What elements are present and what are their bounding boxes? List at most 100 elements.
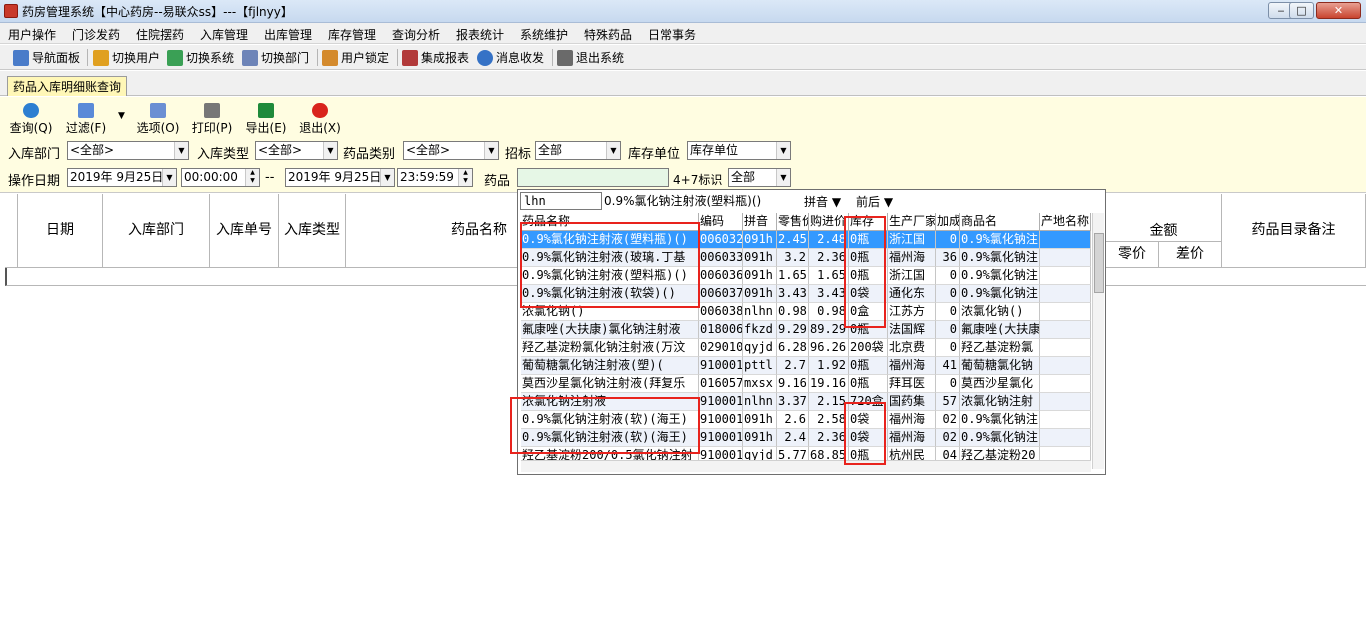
dept-select[interactable]: <全部> ▼	[67, 141, 189, 160]
picker-cell-pinyin: qyjd	[743, 339, 777, 357]
col-type[interactable]: 入库类型	[279, 194, 346, 268]
menu-system[interactable]: 系统维护	[520, 26, 568, 43]
close-button[interactable]: ✕	[1316, 2, 1361, 19]
drug-picker-dropdown: lhn 0.9%氯化钠注射液(塑料瓶)() 拼音 ▼ 前后 ▼ 药品名称 编码 …	[510, 189, 1106, 475]
picker-cell-cost-price: 89.29	[809, 321, 849, 339]
switch-dept-button[interactable]: 切换部门	[242, 49, 309, 67]
menu-user-ops[interactable]: 用户操作	[8, 26, 56, 43]
scroll-thumb[interactable]	[1094, 233, 1104, 293]
picker-cell-origin	[1040, 231, 1091, 249]
menu-stock-out[interactable]: 出库管理	[264, 26, 312, 43]
time-from-input[interactable]: 00:00:00 ▲ ▼	[181, 168, 260, 187]
bid-label: 招标	[505, 147, 532, 162]
bid-select[interactable]: 全部 ▼	[535, 141, 621, 160]
col-dept[interactable]: 入库部门	[103, 194, 210, 268]
flag-select[interactable]: 全部 ▼	[728, 168, 791, 187]
picker-cell-maker: 江苏方	[888, 303, 936, 321]
picker-cell-cost-price: 2.15	[809, 393, 849, 411]
time-to-input[interactable]: 23:59:59 ▲ ▼	[397, 168, 473, 187]
picker-cell-markup: 04	[936, 447, 960, 460]
date-from-picker[interactable]: 2019年 9月25日 ▼	[67, 168, 177, 187]
switch-system-button[interactable]: 切换系统	[167, 49, 234, 67]
chevron-down-icon: ▼	[831, 195, 842, 209]
unit-select[interactable]: 库存单位 ▼	[687, 141, 791, 160]
category-select[interactable]: <全部> ▼	[403, 141, 499, 160]
type-label: 入库类型	[197, 147, 250, 162]
picker-row[interactable]: 羟乙基淀粉氯化钠注射液(万汶 029010 qyjd 6.28 96.26 200袋 北京费…	[521, 339, 1091, 357]
date-separator: --	[265, 170, 275, 185]
picker-cell-retail-price: 3.2	[777, 249, 809, 267]
menu-outpatient[interactable]: 门诊发药	[72, 26, 120, 43]
picker-search-input[interactable]: lhn	[520, 192, 602, 210]
picker-cell-code: 016057	[699, 375, 743, 393]
col-amount[interactable]: 金额	[1106, 194, 1222, 242]
col-drug-name[interactable]: 药品名称	[346, 194, 518, 268]
toolbar-divider	[317, 49, 318, 66]
print-button[interactable]: 打印(P)	[187, 101, 237, 135]
filter-button[interactable]: 过滤(F)	[61, 101, 111, 135]
picker-cell-code: 006038	[699, 303, 743, 321]
picker-row[interactable]: 氟康唑(大扶康)氯化钠注射液 018006 fkzd 9.29 89.29 0瓶 法国辉 0 氟…	[521, 321, 1091, 339]
picker-row[interactable]: 葡萄糖氯化钠注射液(塑)(910001 pttl 2.7 1.92 0瓶 福州海 41 葡萄糖…	[521, 357, 1091, 375]
filter-dropdown-arrow-icon[interactable]: ▼	[118, 111, 125, 121]
picker-col-trade-name[interactable]: 商品名	[960, 213, 1040, 231]
options-button[interactable]: 选项(O)	[133, 101, 183, 135]
picker-col-origin[interactable]: 产地名称	[1040, 213, 1091, 231]
picker-row[interactable]: 莫西沙星氯化钠注射液(拜复乐 016057 mxsx 9.16 19.16 0瓶 拜耳医 0 莫…	[521, 375, 1091, 393]
export-button[interactable]: 导出(E)	[241, 101, 291, 135]
spinner-icon[interactable]: ▲ ▼	[458, 169, 472, 186]
picker-cell-drug-name: 氟康唑(大扶康)氯化钠注射液	[521, 321, 699, 339]
picker-cell-origin	[1040, 357, 1091, 375]
picker-col-code[interactable]: 编码	[699, 213, 743, 231]
picker-col-retail[interactable]: 零售价	[777, 213, 809, 231]
exit-button[interactable]: 退出(X)	[295, 101, 345, 135]
drug-input[interactable]	[517, 168, 669, 187]
picker-cell-code: 006037	[699, 285, 743, 303]
picker-col-cost[interactable]: 购进价	[809, 213, 849, 231]
menu-stock-in[interactable]: 入库管理	[200, 26, 248, 43]
switch-user-button[interactable]: 切换用户	[93, 49, 160, 67]
lock-user-button[interactable]: 用户锁定	[322, 49, 389, 67]
type-select[interactable]: <全部> ▼	[255, 141, 338, 160]
col-diff[interactable]: 差价	[1159, 242, 1222, 268]
col-remark[interactable]: 药品目录备注	[1222, 194, 1366, 268]
picker-cell-markup: 0	[936, 321, 960, 339]
spinner-icon[interactable]: ▲ ▼	[245, 169, 259, 186]
nav-panel-button[interactable]: 导航面板	[13, 49, 80, 67]
dept-label: 入库部门	[8, 147, 61, 162]
menu-query[interactable]: 查询分析	[392, 26, 440, 43]
menu-reports[interactable]: 报表统计	[456, 26, 504, 43]
col-date[interactable]: 日期	[18, 194, 103, 268]
picker-cell-origin	[1040, 375, 1091, 393]
picker-cell-markup: 41	[936, 357, 960, 375]
reports-button[interactable]: 集成报表	[402, 49, 469, 67]
picker-cell-origin	[1040, 249, 1091, 267]
switch-icon	[167, 50, 183, 66]
menu-daily[interactable]: 日常事务	[648, 26, 696, 43]
tab-stock-in-detail[interactable]: 药品入库明细账查询	[7, 76, 128, 96]
picker-horizontal-scrollbar[interactable]	[521, 460, 1091, 472]
date-to-picker[interactable]: 2019年 9月25日 ▼	[285, 168, 395, 187]
pinyin-mode-select[interactable]: 拼音 ▼	[804, 193, 841, 210]
query-button[interactable]: 查询(Q)	[6, 101, 56, 135]
maximize-button[interactable]: □	[1289, 2, 1314, 19]
annotation-highlight-box	[520, 222, 700, 308]
exit-system-button[interactable]: 退出系统	[557, 49, 624, 67]
picker-cell-maker: 法国辉	[888, 321, 936, 339]
messages-button[interactable]: 消息收发	[477, 49, 544, 67]
picker-col-maker[interactable]: 生产厂家	[888, 213, 936, 231]
picker-col-pinyin[interactable]: 拼音	[743, 213, 777, 231]
menu-special-drugs[interactable]: 特殊药品	[584, 26, 632, 43]
menu-inventory[interactable]: 库存管理	[328, 26, 376, 43]
col-retail[interactable]: 零价	[1106, 242, 1159, 268]
picker-cell-retail-price: 0.98	[777, 303, 809, 321]
picker-vertical-scrollbar[interactable]	[1092, 213, 1104, 469]
picker-col-markup[interactable]: 加成	[936, 213, 960, 231]
menu-inpatient[interactable]: 住院摆药	[136, 26, 184, 43]
col-order-no[interactable]: 入库单号	[210, 194, 279, 268]
picker-cell-markup: 02	[936, 429, 960, 447]
chevron-down-icon: ▼	[174, 142, 188, 159]
annotation-highlight-box	[510, 397, 700, 454]
chevron-down-icon: ▼	[776, 142, 790, 159]
match-order-select[interactable]: 前后 ▼	[856, 193, 893, 210]
